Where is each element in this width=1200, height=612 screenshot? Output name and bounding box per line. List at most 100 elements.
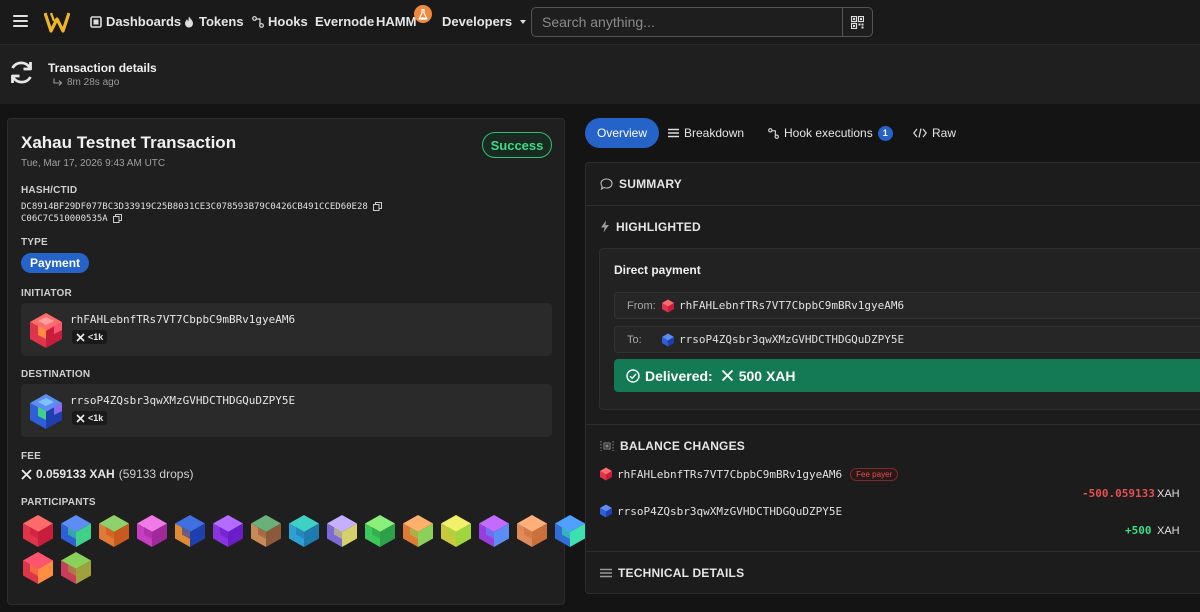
xah-icon — [76, 413, 85, 423]
nav-hooks[interactable]: Hooks — [252, 14, 308, 29]
balance-changes-section-header[interactable]: BALANCE CHANGES — [586, 424, 1200, 466]
balance-chip: <1k — [72, 411, 108, 425]
balance-change-amount: -500.059133 — [1082, 487, 1155, 500]
account-avatar — [662, 299, 674, 312]
time-ago-text: 8m 28s ago — [67, 77, 120, 88]
account-avatar — [600, 467, 612, 481]
hash-label: HASH/CTID — [21, 185, 78, 196]
account-avatar — [30, 394, 62, 429]
to-address: rrsoP4ZQsbr3qwXMzGVHDCTHDGQuDZPY5E — [679, 333, 905, 346]
participant-avatar[interactable] — [439, 514, 473, 548]
participant-avatar[interactable] — [325, 514, 359, 548]
account-avatar — [30, 313, 62, 348]
type-label: TYPE — [21, 237, 48, 248]
nav-hooks-label: Hooks — [268, 14, 308, 29]
participant-avatar[interactable] — [135, 514, 169, 548]
participant-avatar[interactable] — [363, 514, 397, 548]
participant-avatar[interactable] — [21, 551, 55, 585]
to-row[interactable]: To: rrsoP4ZQsbr3qwXMzGVHDCTHDGQuDZPY5E — [614, 326, 1200, 353]
tab-breakdown[interactable]: Breakdown — [668, 118, 744, 148]
hash-value[interactable]: DC8914BF29DF077BC3D33919C25B8031CE3C0785… — [21, 202, 368, 212]
from-address: rhFAHLebnfTRs7VT7CbpbC9mBRv1gyeAM6 — [679, 299, 905, 312]
initiator-account[interactable]: rhFAHLebnfTRs7VT7CbpbC9mBRv1gyeAM6 <1k — [21, 303, 552, 356]
tab-raw-label: Raw — [932, 126, 957, 140]
summary-section-header[interactable]: SUMMARY — [586, 163, 1200, 205]
participant-avatar[interactable] — [211, 514, 245, 548]
fee-label: FEE — [21, 451, 42, 462]
chevron-down-icon — [520, 19, 527, 24]
nav-developers[interactable]: Developers — [442, 14, 527, 29]
from-label: From: — [627, 299, 656, 312]
technical-details-section-header[interactable]: TECHNICAL DETAILS — [586, 551, 1200, 593]
to-label: To: — [627, 333, 642, 346]
tab-hook-executions[interactable]: Hook executions 1 — [768, 118, 893, 148]
nav-dashboards[interactable]: Dashboards — [90, 14, 181, 29]
delivered-amount: 500 XAH — [738, 367, 796, 384]
direct-payment-title: Direct payment — [614, 263, 701, 277]
status-badge: Success — [482, 132, 552, 158]
balance-change-currency: XAH — [1157, 525, 1180, 537]
participant-avatar[interactable] — [97, 514, 131, 548]
balance-change-row-1[interactable]: rhFAHLebnfTRs7VT7CbpbC9mBRv1gyeAM6 Fee p… — [599, 467, 899, 481]
search-box — [531, 7, 873, 37]
participant-avatar[interactable] — [477, 514, 511, 548]
page-header: Transaction details 8m 28s ago — [0, 44, 1200, 104]
balance-value: <1k — [88, 413, 104, 423]
transaction-date: Tue, Mar 17, 2026 9:43 AM UTC — [21, 158, 166, 169]
balance-chip: <1k — [72, 330, 108, 344]
page-title: Transaction details — [48, 61, 157, 75]
participant-avatar[interactable] — [515, 514, 549, 548]
from-row[interactable]: From: rhFAHLebnfTRs7VT7CbpbC9mBRv1gyeAM6 — [614, 292, 1200, 319]
balance-change-row-2[interactable]: rrsoP4ZQsbr3qwXMzGVHDCTHDGQuDZPY5E — [599, 504, 842, 518]
copy-icon[interactable] — [113, 214, 123, 223]
destination-label: DESTINATION — [21, 369, 91, 380]
tab-breakdown-label: Breakdown — [684, 126, 745, 140]
nav-evernode[interactable]: Evernode — [315, 14, 374, 29]
qr-scan-button[interactable] — [842, 8, 872, 36]
top-nav: Dashboards Tokens Hooks Evernode HAMM De… — [0, 0, 1200, 44]
ctid-value[interactable]: C06C7C510000535A — [21, 214, 108, 224]
chat-icon — [600, 178, 613, 190]
menu-icon[interactable] — [13, 15, 28, 27]
participant-avatar[interactable] — [249, 514, 283, 548]
hook-icon — [768, 127, 779, 139]
highlighted-section-header[interactable]: HIGHLIGHTED — [586, 205, 1200, 247]
flame-icon — [185, 16, 193, 27]
nav-hamm[interactable]: HAMM — [376, 14, 416, 29]
tab-overview[interactable]: Overview — [585, 118, 660, 148]
type-badge: Payment — [21, 253, 90, 273]
participant-avatar[interactable] — [401, 514, 435, 548]
tab-raw[interactable]: Raw — [913, 118, 956, 148]
tab-overview-label: Overview — [597, 126, 648, 140]
destination-account[interactable]: rrsoP4ZQsbr3qwXMzGVHDCTHDGQuDZPY5E <1k — [21, 384, 552, 437]
participant-avatar[interactable] — [173, 514, 207, 548]
refresh-icon[interactable] — [8, 59, 35, 86]
search-input[interactable] — [542, 14, 832, 30]
xahau-logo[interactable] — [44, 11, 70, 33]
fee-drops: (59133 drops) — [118, 467, 194, 481]
participant-avatar[interactable] — [553, 514, 587, 548]
time-ago: 8m 28s ago — [53, 77, 119, 88]
count-badge: 1 — [877, 125, 893, 141]
fee-amount: 0.059133 XAH — [36, 467, 115, 481]
xah-icon — [721, 369, 733, 382]
balance-change-currency: XAH — [1157, 488, 1180, 500]
participant-avatar[interactable] — [287, 514, 321, 548]
transaction-card: Xahau Testnet Transaction Tue, Mar 17, 2… — [7, 118, 585, 605]
destination-address[interactable]: rrsoP4ZQsbr3qwXMzGVHDCTHDGQuDZPY5E — [70, 394, 295, 407]
participant-avatar[interactable] — [21, 514, 55, 548]
qr-code-icon — [851, 15, 864, 29]
nav-tokens[interactable]: Tokens — [183, 14, 244, 29]
lightning-icon — [601, 220, 609, 233]
balance-value: <1k — [88, 332, 104, 342]
copy-icon[interactable] — [373, 202, 383, 211]
balance-change-address: rhFAHLebnfTRs7VT7CbpbC9mBRv1gyeAM6 — [617, 467, 843, 481]
initiator-address[interactable]: rhFAHLebnfTRs7VT7CbpbC9mBRv1gyeAM6 — [70, 313, 295, 326]
overview-panel: SUMMARY HIGHLIGHTED Direct payment From:… — [585, 162, 1200, 594]
delivered-banner: Delivered: 500 XAH — [614, 359, 1200, 392]
participant-avatar[interactable] — [59, 551, 93, 585]
delivered-label: Delivered: — [645, 367, 713, 384]
direct-payment-card: Direct payment From: rhFAHLebnfTRs7VT7Cb… — [599, 248, 1200, 410]
participant-avatar[interactable] — [59, 514, 93, 548]
nav-tokens-label: Tokens — [199, 14, 244, 29]
